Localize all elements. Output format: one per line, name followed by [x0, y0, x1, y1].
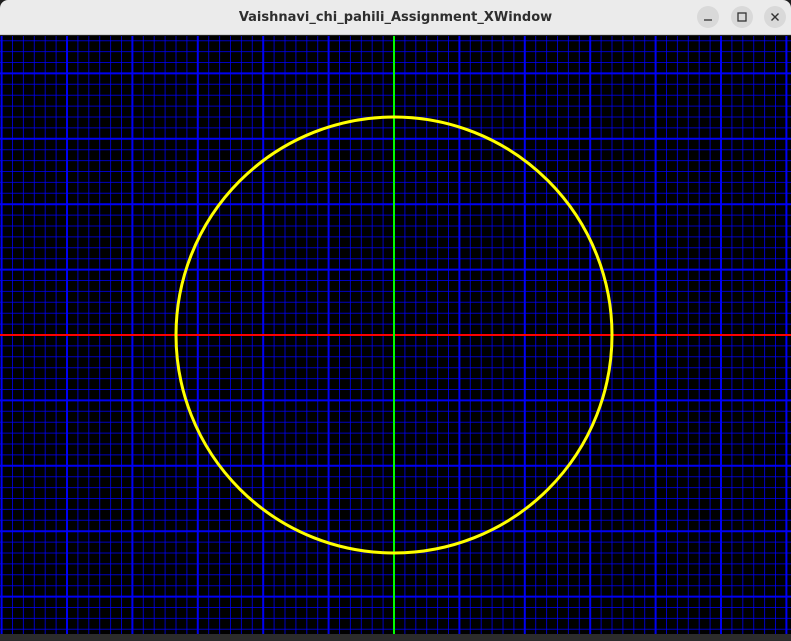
close-button[interactable]: [764, 6, 786, 28]
grid-plot: [0, 36, 791, 634]
title-bar[interactable]: Vaishnavi_chi_pahili_Assignment_XWindow: [0, 0, 791, 35]
window-title: Vaishnavi_chi_pahili_Assignment_XWindow: [238, 10, 553, 25]
minimize-button[interactable]: [697, 6, 719, 28]
maximize-button[interactable]: [731, 6, 753, 28]
minimize-icon: [704, 19, 712, 21]
close-icon: [771, 13, 779, 21]
app-window: Vaishnavi_chi_pahili_Assignment_XWindow: [0, 0, 791, 641]
maximize-icon: [737, 12, 747, 22]
background-terminal-strip: [0, 634, 791, 641]
drawing-canvas[interactable]: [0, 36, 791, 634]
